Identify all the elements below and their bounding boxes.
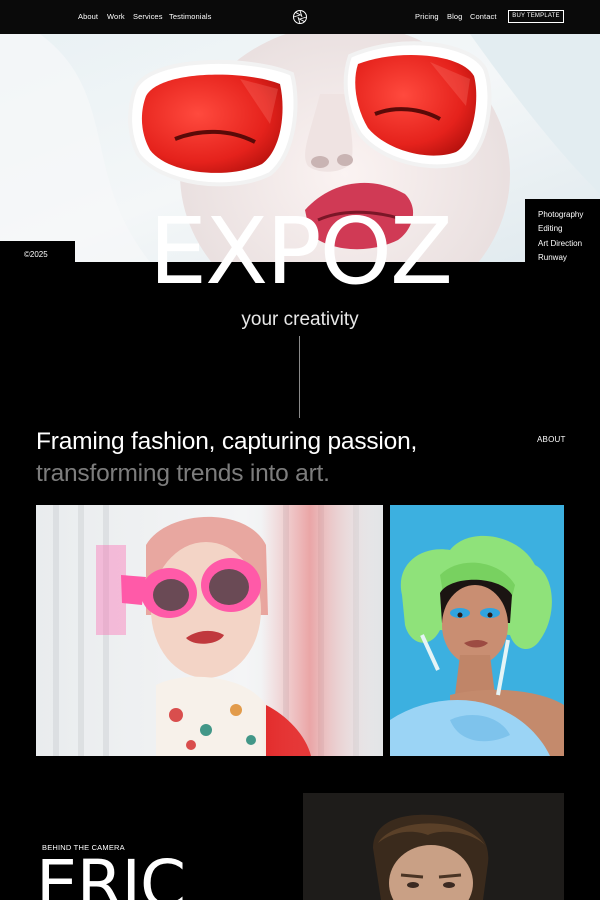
aperture-icon[interactable] — [292, 9, 308, 25]
about-headline-primary: Framing fashion, capturing passion, — [36, 428, 418, 455]
nav-link-about[interactable]: About — [78, 12, 98, 21]
nav-link-contact[interactable]: Contact — [470, 12, 497, 21]
about-headline-secondary: transforming trends into art. — [36, 460, 330, 487]
buy-template-button[interactable]: BUY TEMPLATE — [508, 10, 564, 23]
top-navigation: About Work Services Testimonials Pricing… — [0, 0, 600, 34]
brand-title: EXPOZ — [148, 198, 453, 305]
nav-link-pricing[interactable]: Pricing — [415, 12, 439, 21]
divider-line — [299, 336, 300, 418]
photographer-name: ERIC — [36, 846, 186, 900]
nav-link-work[interactable]: Work — [107, 12, 125, 21]
photographer-portrait — [303, 793, 564, 900]
about-link[interactable]: ABOUT — [537, 435, 566, 444]
brand-tagline: your creativity — [241, 309, 359, 330]
gallery-photo-pink-glasses[interactable] — [36, 505, 383, 756]
nav-link-services[interactable]: Services — [133, 12, 163, 21]
gallery-photo-green-hat[interactable] — [390, 505, 564, 756]
nav-link-testimonials[interactable]: Testimonials — [169, 12, 211, 21]
nav-link-blog[interactable]: Blog — [447, 12, 462, 21]
